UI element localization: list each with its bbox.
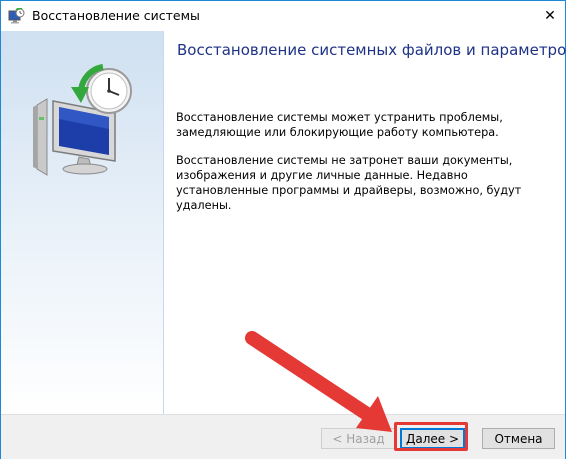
- close-button[interactable]: ✕: [535, 1, 565, 31]
- title-bar[interactable]: Восстановление системы ✕: [1, 1, 565, 31]
- next-button[interactable]: Далее >: [400, 428, 465, 449]
- button-bar: < Назад Далее > Отмена: [1, 414, 565, 459]
- content-area: Восстановление системных файлов и параме…: [164, 31, 566, 414]
- system-restore-computer-clock-icon: [33, 64, 132, 176]
- side-panel: [1, 31, 164, 414]
- cancel-button[interactable]: Отмена: [482, 428, 555, 449]
- system-restore-window: Восстановление системы ✕ Восстановление …: [0, 0, 566, 459]
- back-button[interactable]: < Назад: [321, 428, 396, 449]
- description-paragraph-1: Восстановление системы может устранить п…: [176, 111, 503, 139]
- window-title: Восстановление системы: [32, 8, 200, 23]
- description-paragraph-2: Восстановление системы не затронет ваши …: [176, 154, 522, 212]
- system-restore-icon: [8, 8, 25, 24]
- page-heading: Восстановление системных файлов и параме…: [177, 41, 566, 59]
- close-icon: ✕: [544, 8, 556, 24]
